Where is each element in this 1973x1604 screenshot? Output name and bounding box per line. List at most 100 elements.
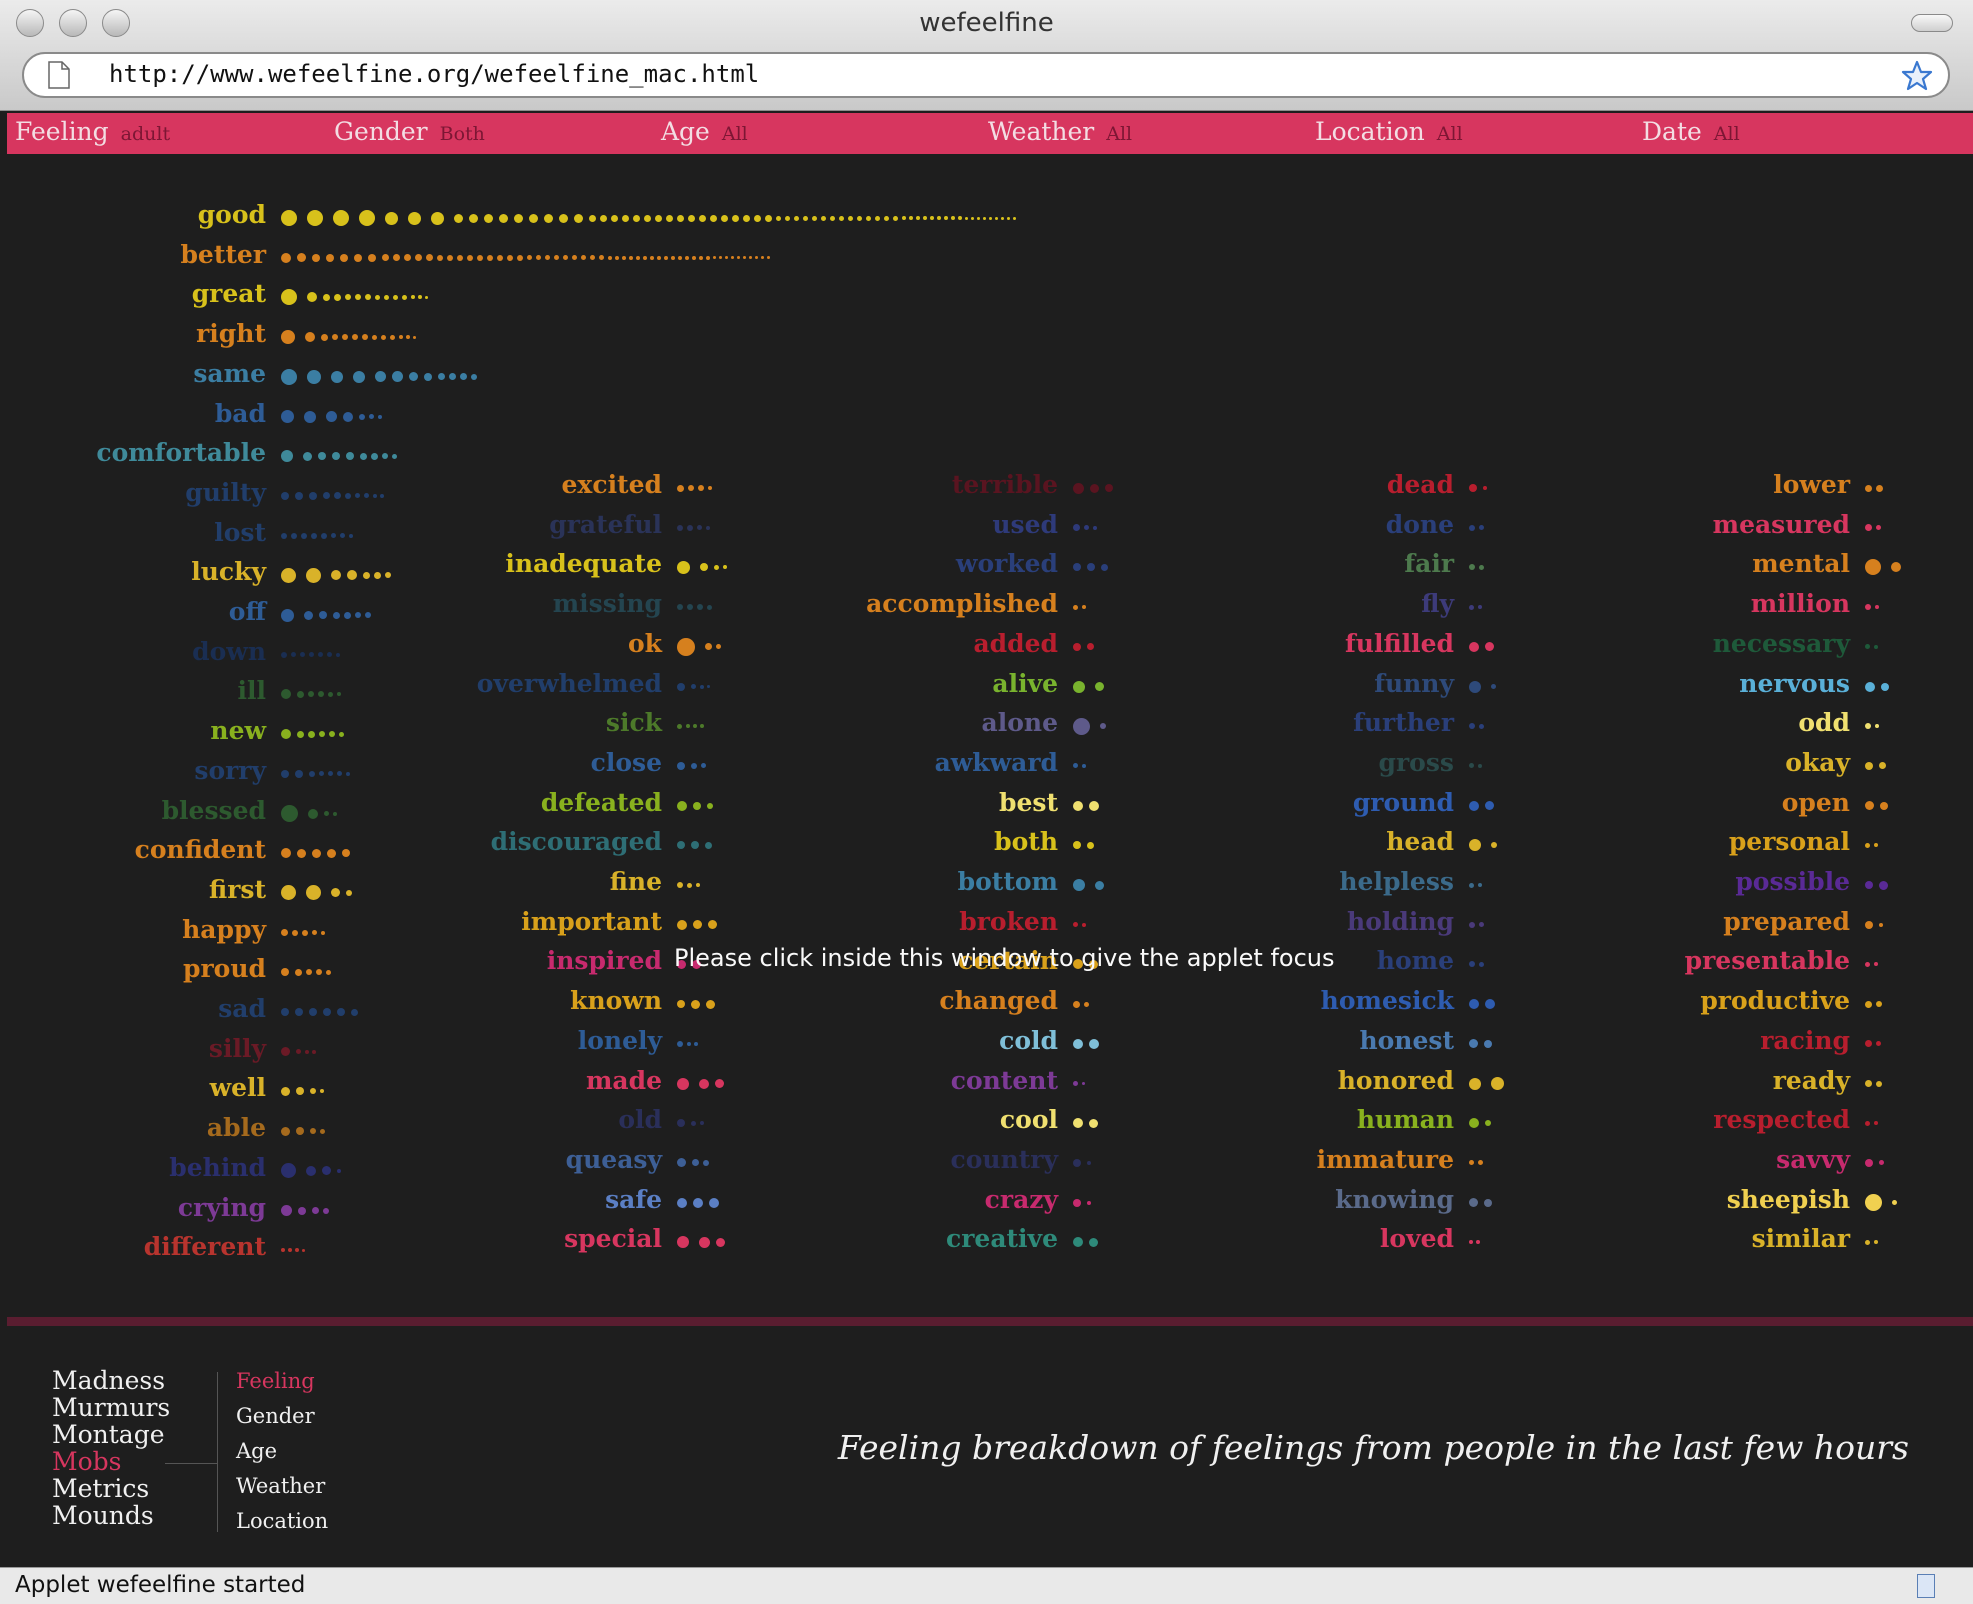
feeling-word[interactable]: okay	[1785, 748, 1850, 777]
feeling-dot[interactable]	[301, 532, 307, 539]
feeling-dot[interactable]	[1082, 605, 1086, 610]
feeling-dot[interactable]	[677, 1077, 689, 1090]
feeling-dot[interactable]	[545, 255, 550, 261]
feeling-dot[interactable]	[295, 968, 302, 976]
feeling-dot[interactable]	[343, 411, 353, 422]
feeling-dot[interactable]	[281, 729, 291, 740]
feeling-dot[interactable]	[937, 216, 941, 220]
feeling-dot[interactable]	[281, 330, 295, 345]
feeling-dot[interactable]	[1469, 999, 1479, 1010]
feeling-word[interactable]: sad	[218, 994, 266, 1023]
feeling-dot[interactable]	[1865, 1120, 1870, 1126]
feeling-word[interactable]: happy	[182, 915, 266, 944]
feeling-word[interactable]: crying	[178, 1193, 266, 1222]
feeling-dot[interactable]	[447, 254, 453, 261]
feeling-dot[interactable]	[1865, 1194, 1882, 1212]
feeling-dot[interactable]	[677, 560, 690, 574]
feeling-dot[interactable]	[848, 215, 853, 221]
feeling-dot[interactable]	[691, 999, 700, 1009]
feeling-dot[interactable]	[1485, 999, 1495, 1010]
feeling-dot[interactable]	[1073, 563, 1081, 572]
feeling-dot[interactable]	[866, 215, 871, 221]
feeling-dot[interactable]	[426, 254, 433, 262]
feeling-dot[interactable]	[1876, 1041, 1881, 1047]
feeling-dot[interactable]	[951, 216, 955, 220]
feeling-dot[interactable]	[281, 450, 293, 463]
feeling-dot[interactable]	[677, 919, 687, 930]
feeling-dot[interactable]	[364, 493, 369, 499]
feeling-dot[interactable]	[368, 253, 376, 262]
feeling-word[interactable]: fulfilled	[1345, 629, 1454, 658]
feeling-dot[interactable]	[1469, 1160, 1474, 1166]
feeling-word[interactable]: overwhelmed	[477, 669, 662, 698]
feeling-dot[interactable]	[337, 692, 341, 697]
feeling-dot[interactable]	[281, 252, 291, 263]
feeling-word[interactable]: crazy	[985, 1185, 1058, 1214]
feeling-dot[interactable]	[707, 685, 710, 688]
feeling-dot[interactable]	[677, 1119, 685, 1128]
feeling-dot[interactable]	[554, 255, 559, 261]
feeling-dot[interactable]	[1013, 216, 1016, 220]
feeling-dot[interactable]	[709, 1197, 719, 1208]
feeling-dot[interactable]	[1084, 1001, 1089, 1007]
feeling-dot[interactable]	[930, 216, 934, 220]
feeling-dot[interactable]	[743, 214, 750, 222]
feeling-dot[interactable]	[297, 848, 306, 858]
feeling-dot[interactable]	[347, 570, 357, 581]
feeling-dot[interactable]	[677, 682, 685, 691]
feeling-dot[interactable]	[467, 254, 473, 261]
feeling-dot[interactable]	[677, 484, 684, 492]
toolbar-toggle-button[interactable]	[1911, 14, 1953, 32]
feeling-word[interactable]: fly	[1421, 589, 1454, 618]
feeling-dot[interactable]	[1478, 1160, 1483, 1166]
feeling-word[interactable]: lost	[214, 518, 266, 547]
feeling-dot[interactable]	[1073, 604, 1078, 610]
feeling-dot[interactable]	[305, 1049, 309, 1054]
feeling-dot[interactable]	[1089, 800, 1099, 811]
feeling-dot[interactable]	[1874, 644, 1878, 649]
feeling-word[interactable]: human	[1357, 1105, 1454, 1134]
feeling-dot[interactable]	[1469, 524, 1475, 531]
feeling-dot[interactable]	[677, 761, 685, 770]
feeling-dot[interactable]	[574, 213, 583, 223]
feeling-dot[interactable]	[677, 800, 687, 811]
feeling-dot[interactable]	[353, 370, 365, 383]
feeling-dot[interactable]	[1073, 482, 1084, 494]
subnav-weather[interactable]: Weather	[236, 1469, 328, 1504]
feeling-dot[interactable]	[371, 452, 378, 460]
feeling-word[interactable]: ready	[1773, 1066, 1850, 1095]
feeling-dot[interactable]	[281, 608, 294, 622]
feeling-dot[interactable]	[1101, 563, 1108, 571]
feeling-dot[interactable]	[425, 295, 428, 299]
feeling-word[interactable]: different	[144, 1232, 266, 1261]
feeling-word[interactable]: gross	[1379, 748, 1454, 777]
feeling-dot[interactable]	[334, 492, 341, 500]
feeling-dot[interactable]	[687, 882, 692, 888]
feeling-dot[interactable]	[1082, 922, 1086, 927]
feeling-word[interactable]: million	[1751, 589, 1850, 618]
feeling-dot[interactable]	[1865, 559, 1881, 576]
feeling-dot[interactable]	[794, 215, 799, 221]
feeling-dot[interactable]	[655, 214, 662, 222]
feeling-dot[interactable]	[677, 723, 682, 729]
feeling-dot[interactable]	[392, 371, 403, 383]
feeling-dot[interactable]	[611, 214, 618, 222]
feeling-word[interactable]: broken	[959, 907, 1058, 936]
feeling-dot[interactable]	[382, 254, 389, 262]
feeling-word[interactable]: ok	[628, 629, 662, 658]
feeling-dot[interactable]	[342, 334, 348, 341]
feeling-dot[interactable]	[318, 691, 324, 698]
feeling-dot[interactable]	[345, 294, 351, 301]
feeling-word[interactable]: bad	[215, 399, 266, 428]
feeling-dot[interactable]	[716, 644, 721, 650]
nav-metrics[interactable]: Metrics	[52, 1475, 170, 1502]
feeling-dot[interactable]	[785, 215, 790, 221]
feeling-dot[interactable]	[309, 770, 315, 777]
feeling-dot[interactable]	[321, 333, 328, 341]
feeling-dot[interactable]	[355, 294, 361, 301]
feeling-dot[interactable]	[1875, 724, 1879, 729]
feeling-dot[interactable]	[875, 215, 880, 221]
feeling-dot[interactable]	[1089, 1038, 1099, 1049]
feeling-word[interactable]: terrible	[952, 470, 1058, 499]
feeling-word[interactable]: sorry	[194, 756, 266, 785]
